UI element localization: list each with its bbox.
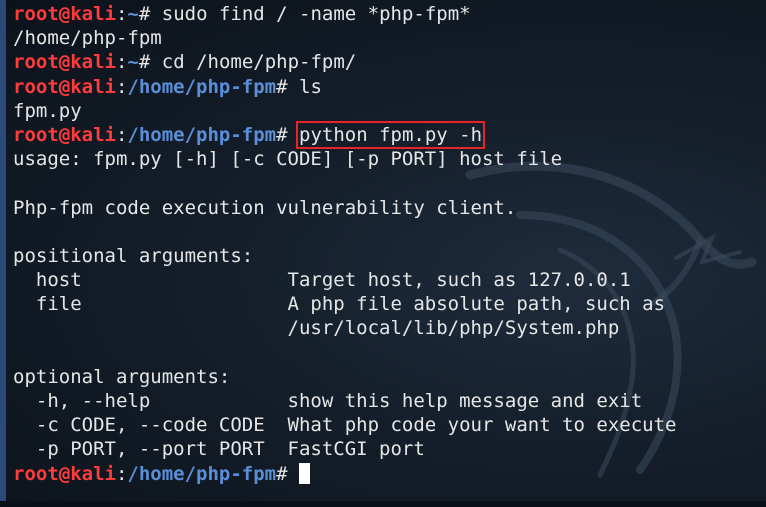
prompt-user: root@kali <box>13 51 116 74</box>
window-bottom-border <box>0 501 766 507</box>
prompt-path: ~ <box>127 3 139 25</box>
output-line: Php-fpm code execution vulnerability cli… <box>13 196 517 219</box>
output-line: -c CODE, --code CODE What php code your … <box>13 414 677 437</box>
command-text: cd /home/php-fpm/ <box>161 51 357 74</box>
prompt-line: root@kali:/home/php-fpm# <box>13 462 758 486</box>
prompt-line: root@kali:~# cd /home/php-fpm/ <box>13 50 758 74</box>
prompt-line: root@kali:~# sudo find / -name *php-fpm* <box>13 2 758 26</box>
prompt-symbol: # <box>276 462 300 485</box>
output-line: optional arguments: <box>13 365 231 388</box>
output-line: /home/php-fpm <box>13 27 162 50</box>
text-cursor[interactable] <box>299 462 311 484</box>
command-text: sudo find / -name *php-fpm* <box>161 3 471 25</box>
prompt-separator: : <box>115 75 128 98</box>
highlighted-command: python fpm.py -h <box>296 120 486 149</box>
output-line: -h, --help show this help message and ex… <box>13 390 643 412</box>
prompt-user: root@kali <box>13 3 116 25</box>
prompt-symbol: # <box>276 123 300 146</box>
prompt-user: root@kali <box>13 462 116 485</box>
prompt-user: root@kali <box>13 75 116 98</box>
prompt-path: /home/php-fpm <box>127 75 277 98</box>
output-line: -p PORT, --port PORT FastCGI port <box>13 438 425 461</box>
prompt-path: ~ <box>127 51 139 74</box>
prompt-separator: : <box>115 462 128 485</box>
output-line: usage: fpm.py [-h] [-c CODE] [-p PORT] h… <box>13 148 563 171</box>
prompt-symbol: # <box>276 75 300 98</box>
prompt-separator: : <box>115 51 128 74</box>
prompt-path: /home/php-fpm <box>127 123 277 146</box>
output-line: host Target host, such as 127.0.0.1 <box>13 269 631 292</box>
command-text: ls <box>299 75 322 98</box>
terminal-output: root@kali:~# sudo find / -name *php-fpm*… <box>13 2 758 486</box>
output-line: fpm.py <box>13 99 82 122</box>
prompt-symbol: # <box>138 51 162 74</box>
prompt-separator: : <box>115 123 128 146</box>
output-line: positional arguments: <box>13 244 254 267</box>
prompt-separator: : <box>115 3 128 25</box>
prompt-line: root@kali:/home/php-fpm# python fpm.py -… <box>13 120 758 149</box>
output-line: /usr/local/lib/php/System.php <box>13 317 620 340</box>
prompt-path: /home/php-fpm <box>127 462 277 485</box>
prompt-user: root@kali <box>13 123 116 146</box>
terminal-window[interactable]: root@kali:~# sudo find / -name *php-fpm*… <box>0 0 766 507</box>
prompt-symbol: # <box>138 3 162 25</box>
output-line: file A php file absolute path, such as <box>13 293 666 316</box>
window-left-border <box>0 0 6 507</box>
prompt-line: root@kali:/home/php-fpm# ls <box>13 75 758 99</box>
